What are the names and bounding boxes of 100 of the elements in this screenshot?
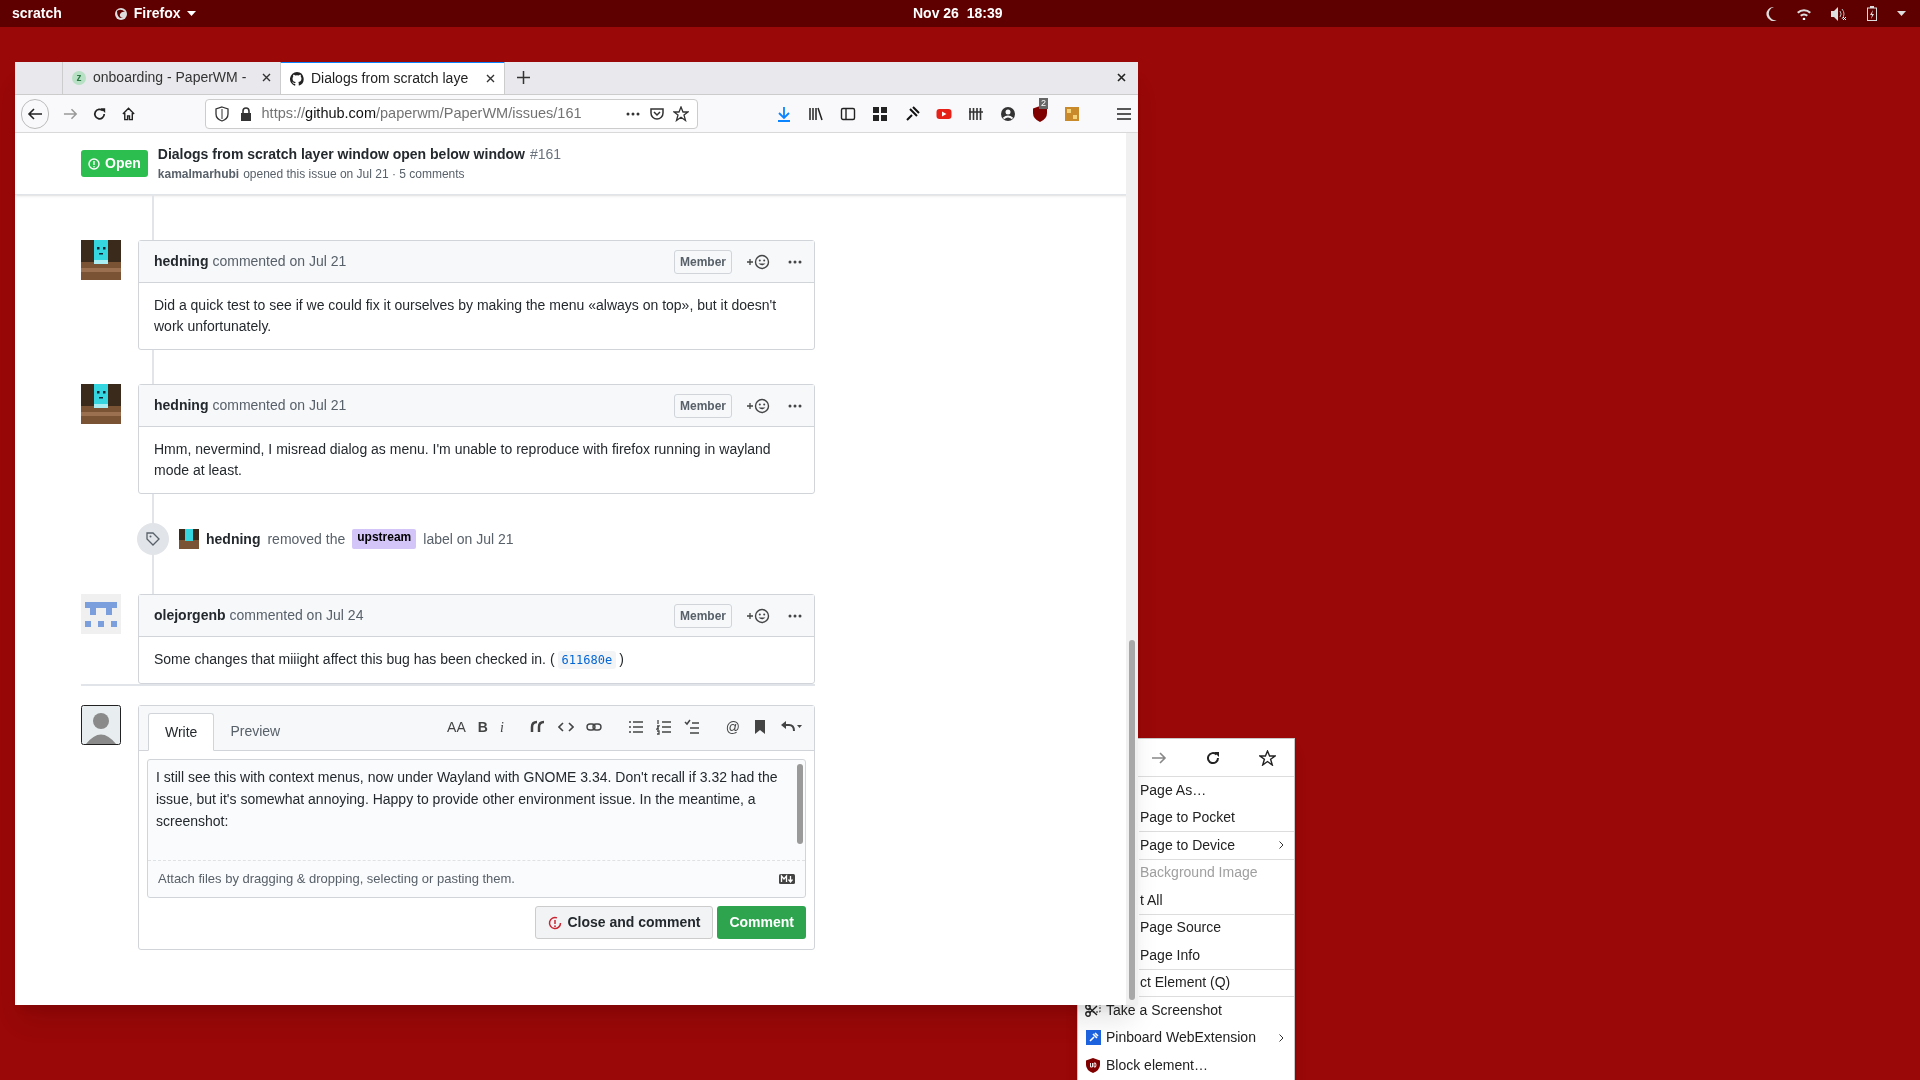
muted-volume-icon xyxy=(1831,6,1847,21)
moon-icon xyxy=(1766,6,1777,21)
home-icon[interactable] xyxy=(121,105,137,122)
reload-icon[interactable] xyxy=(92,105,108,122)
menu-item[interactable]: Page As… xyxy=(1139,777,1294,805)
menu-item[interactable]: Page to Device xyxy=(1139,832,1294,860)
event-text: removed the xyxy=(267,529,346,549)
comment-time[interactable]: commented on Jul 21 xyxy=(212,395,347,416)
bookmark-icon[interactable] xyxy=(752,719,768,735)
author-link[interactable]: kamalmarhubi xyxy=(157,165,240,183)
tab-favicon: z xyxy=(72,70,86,85)
comment-field[interactable]: I still see this with context menus, now under Wayland with GNOME 3.34. Don't recall if 3.32 had the issue, but it's somewhat annoying. Happy to provide other environment issue. In the meantime, a screenshot: xyxy=(148,760,805,861)
editor-tab[interactable]: Preview xyxy=(214,712,297,750)
format-button[interactable]: i xyxy=(499,716,504,738)
menu-item[interactable]: Pinboard WebExtension xyxy=(1078,1024,1294,1052)
alert-circle-icon xyxy=(548,915,563,930)
shield-icon xyxy=(1086,1057,1100,1073)
author-link[interactable]: hedning xyxy=(154,251,209,272)
menu-icon[interactable] xyxy=(1116,105,1132,122)
caret-icon[interactable] xyxy=(1897,11,1906,16)
menu-item[interactable]: Page to Pocket xyxy=(1139,804,1294,832)
author-link[interactable]: olejorgenb xyxy=(154,605,226,626)
shield-icon[interactable] xyxy=(213,105,230,122)
clock[interactable]: Nov 26 18:39 xyxy=(913,3,1003,24)
menu-item[interactable]: Block element… xyxy=(1078,1052,1294,1080)
comment-time[interactable]: commented on Jul 21 xyxy=(212,251,347,272)
bars-icon[interactable] xyxy=(968,105,984,122)
format-button[interactable]: @ xyxy=(725,716,740,738)
star-icon[interactable] xyxy=(1259,749,1276,766)
scrollbar-thumb[interactable] xyxy=(1129,640,1135,1000)
more-icon[interactable] xyxy=(788,259,802,264)
format-button[interactable]: B xyxy=(477,716,488,738)
status-badge: Open xyxy=(81,150,148,177)
avatar-icon xyxy=(81,705,121,745)
wifi-icon xyxy=(1797,7,1811,20)
menu-item[interactable]: Page Source xyxy=(1139,914,1294,942)
caret-icon xyxy=(186,11,196,16)
menu-item[interactable]: Take a Screenshot xyxy=(1078,997,1294,1025)
more-icon[interactable] xyxy=(788,403,802,408)
editor-tab[interactable]: Write xyxy=(148,713,215,751)
comment-text: Hmm, nevermind, I misread dialog as menu. I'm unable to reproduce with firefox running in wayland mode at least. xyxy=(154,440,772,480)
star-icon[interactable] xyxy=(673,105,689,122)
role-badge: Member xyxy=(674,393,732,418)
back-arrow-icon xyxy=(27,105,44,122)
shield-icon[interactable] xyxy=(1032,105,1048,122)
event-text: label on Jul 21 xyxy=(423,529,514,549)
issue-number: #161 xyxy=(529,145,562,164)
commit-link[interactable]: 611680e xyxy=(557,651,617,669)
account-icon[interactable] xyxy=(1000,105,1016,122)
identicon-icon xyxy=(81,594,121,634)
bullet-list-icon[interactable] xyxy=(627,719,644,735)
new-tab-icon[interactable] xyxy=(517,71,530,84)
pocket-icon[interactable] xyxy=(649,105,665,122)
role-badge: Member xyxy=(674,249,732,274)
issue-meta: opened this issue on Jul 21 · 5 comments xyxy=(243,166,465,183)
scissors-icon xyxy=(1085,1002,1101,1018)
close-icon[interactable] xyxy=(486,74,495,83)
close-and-comment-button[interactable]: Close and comment xyxy=(535,906,714,939)
library-icon[interactable] xyxy=(808,105,824,122)
chevron-right-icon xyxy=(1279,1033,1284,1042)
close-icon[interactable] xyxy=(1117,73,1126,82)
comment-text: Some changes that miiight affect this bug has been checked in. ( 611680e ) xyxy=(154,650,625,671)
menu-item[interactable]: t All xyxy=(1139,887,1294,915)
more-icon[interactable] xyxy=(788,613,802,618)
add-reaction-icon[interactable] xyxy=(746,397,770,414)
tiles-icon[interactable] xyxy=(1064,105,1080,122)
close-icon[interactable] xyxy=(262,73,271,82)
menu-item[interactable]: Page Info xyxy=(1139,942,1294,970)
app-menu[interactable]: Firefox xyxy=(113,3,196,24)
add-reaction-icon[interactable] xyxy=(746,253,770,270)
reload-icon[interactable] xyxy=(1205,749,1221,766)
firefox-icon xyxy=(113,6,128,21)
task-list-icon[interactable] xyxy=(683,719,700,735)
attach-hint[interactable]: Attach files by dragging & dropping, selecting or pasting them. xyxy=(158,869,515,889)
add-reaction-icon[interactable] xyxy=(746,607,770,624)
label-tag[interactable]: upstream xyxy=(352,529,417,549)
download-icon[interactable] xyxy=(776,105,792,122)
comment-text: Did a quick test to see if we could fix it ourselves by making the menu «always on top», but it doesn't work unfortunately. xyxy=(154,296,778,336)
sidebar-icon[interactable] xyxy=(840,105,856,122)
activities-button[interactable]: scratch xyxy=(12,3,62,24)
grid-icon[interactable] xyxy=(872,105,888,122)
markdown-icon[interactable] xyxy=(779,874,795,884)
url-text[interactable]: https://github.com/paperwm/PaperWM/issues/161 xyxy=(261,102,617,125)
forward-arrow-icon[interactable] xyxy=(1151,750,1167,765)
browser-tab[interactable]: Dialogs from scratch laye xyxy=(280,62,505,94)
menu-item[interactable]: ct Element (Q) xyxy=(1139,969,1294,997)
author-link[interactable]: hedning xyxy=(154,395,209,416)
battery-icon xyxy=(1867,6,1877,21)
author-link[interactable]: hedning xyxy=(206,528,261,550)
cat-silhouette-icon xyxy=(290,71,304,86)
issue-title: Dialogs from scratch layer window open below window xyxy=(157,145,525,164)
role-badge: Member xyxy=(674,603,732,628)
quote-icon[interactable] xyxy=(529,719,546,735)
format-button[interactable]: AA xyxy=(447,716,466,738)
address-bar[interactable]: https://github.com/paperwm/PaperWM/issues/161 xyxy=(204,98,698,129)
count-badge: 2 xyxy=(1039,97,1048,109)
comment-time[interactable]: commented on Jul 24 xyxy=(229,605,364,626)
numbered-list-icon[interactable] xyxy=(655,719,672,735)
alert-circle-icon xyxy=(88,157,100,170)
chevron-right-icon xyxy=(1279,841,1284,850)
